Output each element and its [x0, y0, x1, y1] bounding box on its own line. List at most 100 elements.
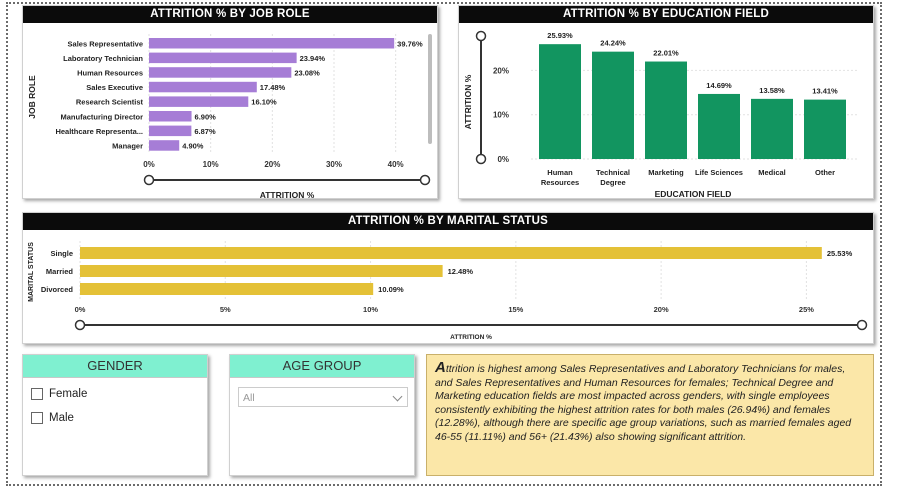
gender-option-label: Male: [49, 412, 74, 424]
marital-status-category-label: Divorced: [41, 285, 74, 294]
education-field-xlabel: EDUCATION FIELD: [655, 189, 732, 199]
job-role-tick-label: 10%: [203, 160, 219, 169]
marital-status-xlabel: ATTRITION %: [450, 334, 492, 341]
marital-status-bar: [80, 265, 443, 277]
marital-status-category-label: Married: [46, 267, 74, 276]
marital-status-bar: [80, 247, 822, 259]
education-field-tick-label: 10%: [493, 111, 509, 120]
marital-status-bar: [80, 283, 374, 295]
marital-status-tick-label: 15%: [508, 305, 523, 314]
education-field-tick-label: 20%: [493, 66, 509, 75]
education-field-category-label: Medical: [758, 168, 786, 177]
checkbox-icon[interactable]: [31, 412, 43, 424]
education-field-category-label: Resources: [541, 178, 579, 187]
job-role-xlabel: ATTRITION %: [260, 190, 315, 199]
marital-status-tick-label: 25%: [799, 305, 814, 314]
job-role-scrollbar[interactable]: [428, 34, 432, 144]
marital-status-category-label: Single: [50, 249, 73, 258]
education-field-bar: [592, 51, 634, 159]
marital-status-range-slider-end[interactable]: [856, 319, 868, 331]
job-role-chart-title: ATTRITION % BY JOB ROLE: [23, 6, 437, 23]
marital-status-ylabel: MARITAL STATUS: [28, 242, 35, 302]
job-role-category-label: Manufacturing Director: [60, 112, 143, 121]
job-role-tick-label: 30%: [326, 160, 342, 169]
education-field-category-label: Human: [547, 168, 573, 177]
job-role-category-label: Sales Executive: [86, 83, 143, 92]
job-role-category-label: Healthcare Representa...: [55, 127, 143, 136]
job-role-category-label: Research Scientist: [76, 98, 144, 107]
education-field-category-label: Life Sciences: [695, 168, 743, 177]
job-role-bar: [149, 111, 192, 122]
marital-status-range-slider-start[interactable]: [74, 319, 86, 331]
education-field-chart: ATTRITION % EDUCATION FIELD 0% 10% 20% 25.9…: [463, 30, 857, 199]
education-field-bar: [645, 61, 687, 159]
education-field-data-label: 24.24%: [600, 39, 626, 48]
job-role-bar: [149, 52, 297, 64]
education-field-data-label: 13.41%: [812, 87, 838, 96]
job-role-chart-panel: ATTRITION % BY JOB ROLE JOB ROLE ATTRITI…: [22, 5, 438, 199]
job-role-bar: [149, 96, 249, 107]
job-role-category-label: Laboratory Technician: [63, 54, 143, 63]
marital-status-chart-title: ATTRITION % BY MARITAL STATUS: [23, 213, 873, 230]
job-role-bar: [149, 67, 292, 78]
gender-option-female[interactable]: Female: [23, 382, 207, 406]
age-group-slicer-title: AGE GROUP: [230, 355, 414, 378]
marital-status-chart: MARITAL STATUS ATTRITION % 0% 5% 10% 15% 20%…: [28, 241, 868, 341]
job-role-tick-label: 40%: [388, 160, 404, 169]
education-field-data-label: 25.93%: [547, 31, 573, 40]
job-role-bar: [149, 125, 192, 137]
job-role-category-label: Manager: [112, 141, 143, 150]
job-role-category-label: Sales Representative: [68, 39, 143, 48]
job-role-range-slider-start[interactable]: [143, 174, 155, 186]
job-role-category-label: Human Resources: [77, 68, 143, 77]
insight-dropcap: A: [435, 359, 446, 376]
marital-status-tick-label: 20%: [654, 305, 669, 314]
chevron-down-icon: [392, 391, 403, 402]
education-field-range-slider-bottom[interactable]: [475, 153, 487, 165]
education-field-data-label: 22.01%: [653, 49, 679, 58]
job-role-data-label: 6.90%: [195, 112, 217, 121]
age-group-selected-value: All: [243, 392, 255, 404]
job-role-tick-label: 0%: [143, 160, 155, 169]
education-field-bar: [539, 44, 581, 159]
education-field-data-label: 14.69%: [706, 81, 732, 90]
age-group-slicer: AGE GROUP All: [229, 354, 415, 476]
marital-status-data-label: 12.48%: [448, 267, 474, 276]
education-field-category-label: Degree: [600, 178, 625, 187]
gender-option-label: Female: [49, 388, 88, 400]
job-role-data-label: 4.90%: [182, 141, 204, 150]
job-role-data-label: 6.87%: [194, 127, 216, 136]
job-role-range-slider-end[interactable]: [419, 174, 431, 186]
age-group-dropdown[interactable]: All: [238, 387, 408, 407]
insight-text: ttrition is highest among Sales Represen…: [435, 363, 852, 443]
education-field-category-label: Marketing: [648, 168, 684, 177]
education-field-category-label: Technical: [596, 168, 630, 177]
checkbox-icon[interactable]: [31, 388, 43, 400]
education-field-chart-panel: ATTRITION % BY EDUCATION FIELD ATTRITION…: [458, 5, 874, 199]
marital-status-data-label: 25.53%: [827, 249, 853, 258]
education-field-bar: [751, 98, 793, 159]
gender-slicer: GENDER Female Male: [22, 354, 208, 476]
education-field-ylabel: ATTRITION %: [463, 74, 473, 129]
job-role-data-label: 23.94%: [300, 54, 326, 63]
job-role-data-label: 39.76%: [397, 39, 423, 48]
education-field-range-slider-top[interactable]: [475, 30, 487, 42]
job-role-data-label: 17.48%: [260, 83, 286, 92]
job-role-bar: [149, 38, 395, 49]
marital-status-data-label: 10.09%: [378, 285, 404, 294]
gender-option-male[interactable]: Male: [23, 406, 207, 430]
job-role-tick-label: 20%: [264, 160, 280, 169]
job-role-bar: [149, 81, 257, 93]
education-field-data-label: 13.58%: [759, 86, 785, 95]
marital-status-tick-label: 5%: [220, 305, 231, 314]
education-field-bar: [698, 93, 740, 159]
job-role-data-label: 16.10%: [251, 98, 277, 107]
job-role-bar: [149, 140, 180, 151]
education-field-chart-title: ATTRITION % BY EDUCATION FIELD: [459, 6, 873, 23]
marital-status-tick-label: 10%: [363, 305, 378, 314]
education-field-bar: [804, 99, 846, 159]
education-field-tick-label: 0%: [497, 155, 509, 164]
gender-slicer-title: GENDER: [23, 355, 207, 378]
education-field-category-label: Other: [815, 168, 835, 177]
marital-status-tick-label: 0%: [75, 305, 86, 314]
